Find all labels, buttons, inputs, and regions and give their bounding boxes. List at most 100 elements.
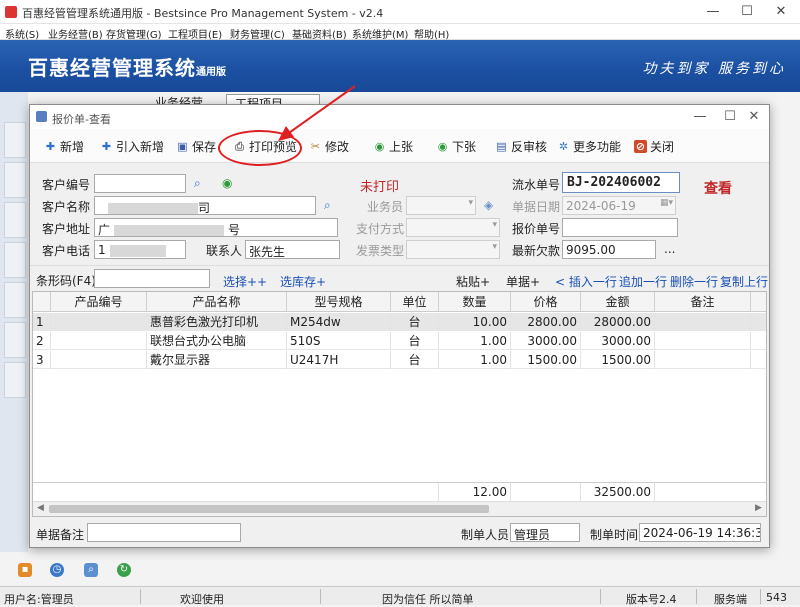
slogan: 功夫到家 服务到心 [642, 61, 786, 77]
down-icon: ◉ [437, 139, 448, 153]
nav-button[interactable] [4, 122, 26, 158]
dialog-title: 报价单-查看 [52, 113, 111, 126]
menu-project[interactable]: 工程项目(E) [168, 26, 222, 41]
menu-finance[interactable]: 财务管理(C) [230, 26, 285, 41]
menu-help[interactable]: 帮助(H) [414, 26, 449, 41]
plus-icon: ✚ [45, 139, 56, 153]
customer-name-input[interactable]: 司 [94, 196, 316, 215]
app-icon [5, 6, 17, 18]
clock-icon[interactable]: ◷ [50, 563, 64, 577]
scroll-thumb[interactable] [49, 505, 489, 513]
folder-icon[interactable]: ▪ [18, 563, 32, 577]
close-window-button[interactable]: ✕ [764, 0, 798, 24]
serial-label: 流水单号 [512, 178, 561, 192]
unit-price-button[interactable]: 单据+ [506, 273, 540, 290]
import-new-button[interactable]: ✚ 引入新增 [100, 138, 164, 154]
menu-inventory[interactable]: 存货管理(G) [106, 26, 162, 41]
minimize-button[interactable]: — [696, 0, 730, 24]
menu-system[interactable]: 系统(S) [5, 26, 39, 41]
customer-phone-input[interactable]: 1 [94, 240, 186, 259]
column-header[interactable]: 产品名称 [147, 292, 287, 312]
payment-label: 支付方式 [356, 222, 405, 236]
prev-record-button[interactable]: ◉ 上张 [373, 138, 413, 154]
column-header[interactable] [33, 292, 51, 312]
refresh-icon[interactable]: ↻ [117, 563, 131, 577]
dialog-close-button[interactable]: ✕ [739, 105, 769, 129]
payment-select[interactable]: ▾ [406, 218, 500, 237]
nav-button[interactable] [4, 362, 26, 398]
paste-button[interactable]: 粘贴+ [456, 273, 490, 290]
table-totals-row: 12.00 32500.00 [33, 482, 766, 501]
debt-label: 最新欠款 [512, 244, 561, 258]
dialog-icon [36, 111, 47, 122]
quote-no-input[interactable] [562, 218, 678, 237]
close-button[interactable]: ⊘ 关闭 [634, 138, 674, 154]
nav-button[interactable] [4, 162, 26, 198]
append-row-link[interactable]: 追加一行 [619, 273, 667, 290]
unaudit-button[interactable]: ▤ 反审核 [495, 138, 547, 154]
save-icon: ▣ [177, 139, 188, 153]
total-quantity: 12.00 [439, 483, 511, 501]
debt-field: 9095.00 [562, 240, 656, 259]
column-header[interactable]: 型号规格 [287, 292, 391, 312]
salesman-select[interactable]: ▾ [406, 196, 476, 215]
select-products-link[interactable]: 选择++ [223, 273, 267, 290]
nav-button[interactable] [4, 322, 26, 358]
search-icon[interactable]: ⌕ [194, 176, 201, 191]
customer-code-input[interactable] [94, 174, 186, 193]
plus-icon: ✚ [101, 139, 112, 153]
header-banner: 百惠经营管理系统通用版 功夫到家 服务到心 [0, 40, 800, 92]
invoice-select[interactable]: ▾ [406, 240, 500, 259]
table-row[interactable]: 1 惠普彩色激光打印机 M254dw 台 10.00 2800.00 28000… [33, 313, 766, 331]
date-picker[interactable]: 2024-06-19 ▦▾ [562, 196, 676, 215]
column-header[interactable]: 产品编号 [51, 292, 147, 312]
debt-more-button[interactable]: ... [664, 242, 675, 256]
scroll-right-icon[interactable]: ▶ [755, 503, 762, 513]
add-customer-icon[interactable]: ◉ [222, 176, 232, 190]
horizontal-scrollbar[interactable]: ◀ ▶ [33, 501, 766, 516]
delete-row-link[interactable]: 删除一行 [670, 273, 718, 290]
status-extra: 543 [766, 591, 787, 604]
dialog-toolbar: ✚ 新增 ✚ 引入新增 ▣ 保存 ⎙ 打印预览 ✂ 修改 ◉ 上张 ◉ 下张 ▤ 反审核 ✲ 更多… [30, 129, 769, 163]
next-record-button[interactable]: ◉ 下张 [436, 138, 476, 154]
quote-no-label: 报价单号 [512, 222, 561, 236]
column-header[interactable]: 金额 [581, 292, 655, 312]
menu-maintenance[interactable]: 系统维护(M) [352, 26, 408, 41]
column-header[interactable]: 单位 [391, 292, 439, 312]
column-header[interactable]: 价格 [511, 292, 581, 312]
insert-row-link[interactable]: < 插入一行 [555, 273, 617, 290]
left-nav [0, 92, 28, 552]
customer-name-label: 客户名称 [42, 200, 91, 214]
eraser-icon[interactable]: ◈ [484, 198, 493, 212]
dialog-minimize-button[interactable]: — [685, 105, 715, 129]
save-button[interactable]: ▣ 保存 [176, 138, 216, 154]
column-header[interactable]: 备注 [655, 292, 751, 312]
dialog-title-bar: 报价单-查看 — ☐ ✕ [30, 105, 769, 129]
table-row[interactable]: 3 戴尔显示器 U2417H 台 1.00 1500.00 1500.00 [33, 351, 766, 369]
app-title: 百惠经管管理系统通用版 - Bestsince Pro Management S… [22, 7, 384, 20]
more-functions-button[interactable]: ✲ 更多功能 [557, 138, 621, 154]
edition-label: 通用版 [196, 67, 226, 78]
barcode-label: 条形码(F4) [36, 274, 96, 288]
scroll-left-icon[interactable]: ◀ [37, 503, 44, 513]
new-button[interactable]: ✚ 新增 [44, 138, 84, 154]
nav-button[interactable] [4, 282, 26, 318]
total-amount: 32500.00 [581, 483, 655, 501]
nav-button[interactable] [4, 202, 26, 238]
column-header[interactable]: 数量 [439, 292, 511, 312]
nav-button[interactable] [4, 242, 26, 278]
contact-input[interactable]: 张先生 [245, 240, 340, 259]
search-icon[interactable]: ⌕ [324, 198, 331, 213]
search-doc-icon[interactable]: ⌕ [84, 563, 98, 577]
maximize-button[interactable]: ☐ [730, 0, 764, 24]
menu-basic-data[interactable]: 基础资料(B) [292, 26, 347, 41]
select-stock-link[interactable]: 选库存+ [280, 273, 326, 290]
barcode-input[interactable] [94, 269, 210, 288]
menu-business[interactable]: 业务经营(B) [48, 26, 103, 41]
brand-title: 百惠经营管理系统通用版 [28, 56, 226, 80]
copy-row-link[interactable]: 复制上行 [720, 273, 768, 290]
customer-addr-input[interactable]: 广号 [94, 218, 338, 237]
up-icon: ◉ [374, 139, 385, 153]
remark-input[interactable] [87, 523, 241, 542]
table-row[interactable]: 2 联想台式办公电脑 510S 台 1.00 3000.00 3000.00 [33, 332, 766, 350]
